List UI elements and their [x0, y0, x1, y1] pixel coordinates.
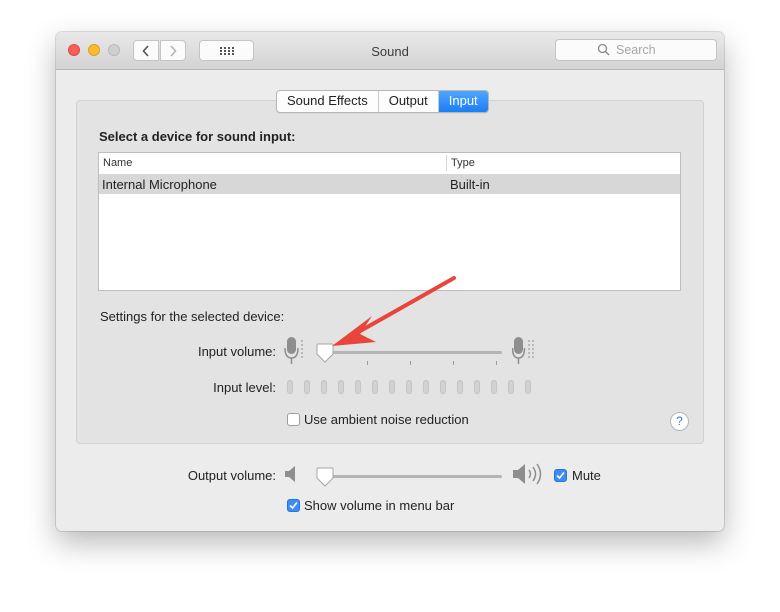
level-segment [457, 380, 463, 394]
device-name-cell: Internal Microphone [102, 177, 217, 192]
mute-label[interactable]: Mute [572, 468, 601, 483]
microphone-low-icon [284, 337, 303, 364]
microphone-high-icon [512, 337, 534, 364]
input-volume-knob[interactable] [316, 343, 334, 363]
output-volume-label: Output volume: [187, 468, 276, 483]
search-icon [597, 43, 610, 56]
tab-input[interactable]: Input [438, 91, 488, 112]
input-level-label: Input level: [213, 380, 276, 395]
mute-checkbox[interactable] [554, 469, 567, 482]
output-volume-knob[interactable] [316, 467, 334, 487]
level-segment [389, 380, 395, 394]
tab-bar: Sound Effects Output Input [276, 90, 489, 113]
input-volume-label: Input volume: [197, 344, 276, 359]
table-row[interactable]: Internal Microphone Built-in [99, 174, 680, 194]
level-segment [372, 380, 378, 394]
speaker-low-icon [285, 466, 295, 482]
show-volume-menu-bar-checkbox[interactable] [287, 499, 300, 512]
sound-preferences-window: Sound Search Sound Effects Output Input … [56, 32, 724, 531]
slider-tick [496, 361, 497, 365]
output-volume-slider[interactable] [316, 464, 504, 494]
column-header-type[interactable]: Type [451, 157, 475, 169]
level-segment [423, 380, 429, 394]
column-divider [446, 155, 447, 171]
title-bar: Sound Search [56, 32, 724, 70]
slider-tick [410, 361, 411, 365]
level-segment [525, 380, 531, 394]
input-volume-slider[interactable] [316, 340, 504, 370]
device-list-heading: Select a device for sound input: [99, 129, 296, 144]
device-type-cell: Built-in [450, 177, 490, 192]
speaker-high-icon [513, 463, 542, 485]
search-field[interactable]: Search [555, 39, 717, 61]
level-segment [491, 380, 497, 394]
tab-sound-effects[interactable]: Sound Effects [277, 91, 379, 112]
output-volume-track [324, 475, 502, 478]
help-button[interactable]: ? [670, 412, 689, 431]
search-placeholder: Search [616, 43, 656, 57]
show-volume-menu-bar-label[interactable]: Show volume in menu bar [304, 498, 454, 513]
level-segment [406, 380, 412, 394]
level-segment [355, 380, 361, 394]
level-segment [304, 380, 310, 394]
level-segment [338, 380, 344, 394]
level-segment [440, 380, 446, 394]
input-device-table: Name Type Internal Microphone Built-in [98, 152, 681, 291]
column-header-name[interactable]: Name [103, 157, 132, 169]
input-volume-track [324, 351, 502, 354]
level-segment [474, 380, 480, 394]
slider-tick [453, 361, 454, 365]
ambient-noise-checkbox[interactable] [287, 413, 300, 426]
table-header: Name Type [99, 153, 680, 175]
level-segment [287, 380, 293, 394]
settings-label: Settings for the selected device: [100, 309, 285, 324]
level-segment [321, 380, 327, 394]
checkmark-icon [556, 471, 565, 480]
slider-tick [367, 361, 368, 365]
ambient-noise-label[interactable]: Use ambient noise reduction [304, 412, 469, 427]
level-segment [508, 380, 514, 394]
checkmark-icon [289, 501, 298, 510]
tab-output[interactable]: Output [379, 91, 439, 112]
